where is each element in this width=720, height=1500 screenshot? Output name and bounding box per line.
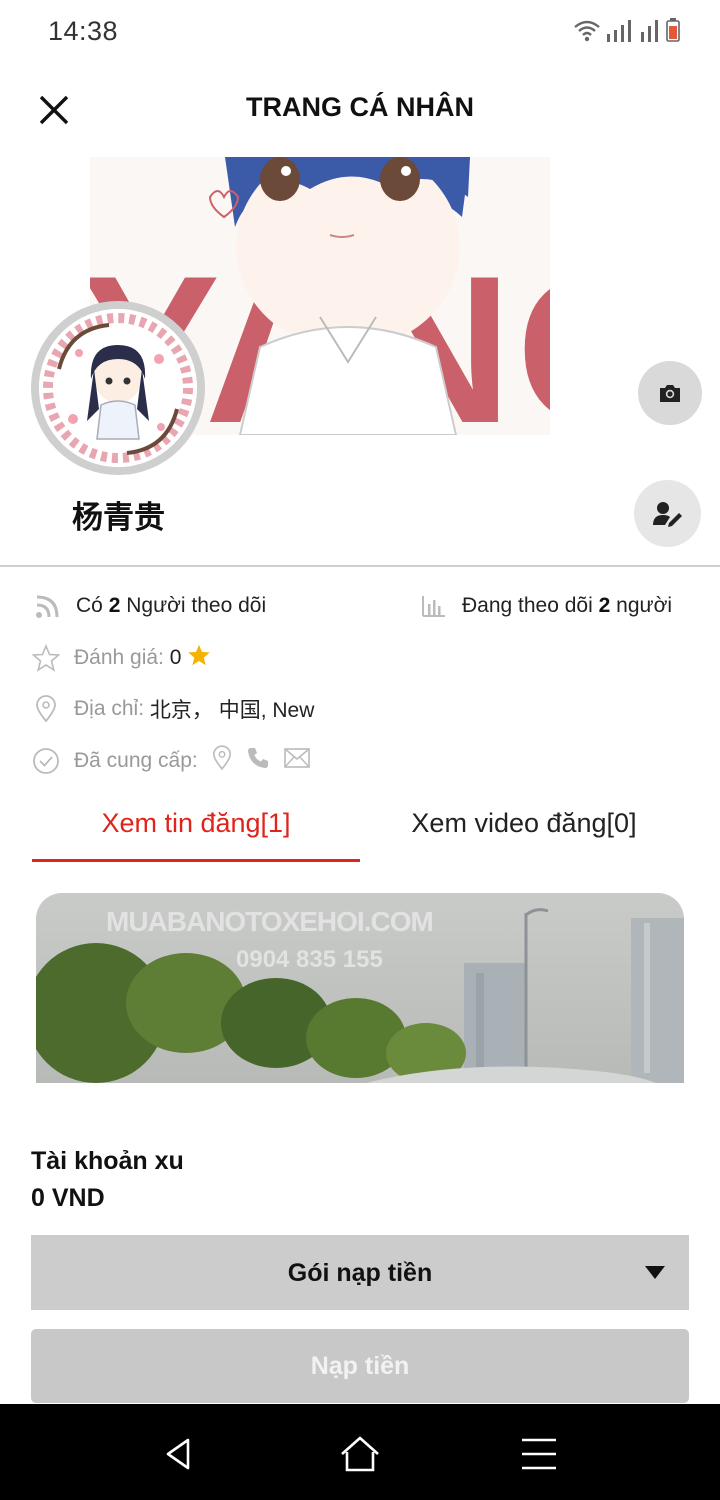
rating-label: Đánh giá: bbox=[74, 646, 164, 669]
change-cover-button[interactable] bbox=[638, 361, 702, 425]
provided-label: Đã cung cấp: bbox=[74, 749, 198, 772]
post-card[interactable]: MUABANOTOXEHOI.COM 0904 835 155 bbox=[36, 893, 684, 1083]
following-row[interactable]: Đang theo dõi 2 người bbox=[420, 592, 672, 620]
check-circle-icon bbox=[32, 747, 60, 775]
divider bbox=[0, 565, 720, 567]
page-title: TRANG CÁ NHÂN bbox=[246, 92, 474, 122]
address-row: Địa chỉ: 北京， 中国, New bbox=[32, 694, 314, 724]
phone-icon bbox=[246, 746, 270, 776]
verified-row: Đã cung cấp: bbox=[32, 745, 310, 777]
following-prefix: Đang theo dõi bbox=[462, 594, 593, 617]
followers-prefix: Có bbox=[76, 594, 103, 617]
address-label: Địa chỉ: bbox=[74, 697, 145, 720]
email-icon bbox=[283, 748, 310, 774]
battery-low-icon bbox=[666, 18, 680, 42]
back-triangle-icon bbox=[166, 1438, 190, 1470]
bar-chart-icon bbox=[420, 592, 448, 620]
star-outline-icon bbox=[32, 644, 60, 672]
avatar[interactable] bbox=[31, 301, 205, 475]
home-button[interactable] bbox=[338, 1432, 382, 1476]
signal-icon bbox=[607, 20, 631, 42]
signal-icon bbox=[641, 20, 658, 42]
status-bar: 14:38 bbox=[0, 0, 720, 64]
location-verified-icon bbox=[212, 745, 232, 777]
profile-name: 杨青贵 bbox=[72, 500, 165, 535]
caret-down-icon bbox=[645, 1266, 665, 1279]
post-watermark-line1: MUABANOTOXEHOI.COM bbox=[106, 906, 433, 937]
post-thumbnail: MUABANOTOXEHOI.COM 0904 835 155 bbox=[36, 893, 684, 1083]
camera-icon bbox=[660, 385, 680, 402]
rss-icon bbox=[34, 592, 62, 620]
followers-row[interactable]: Có 2 Người theo dõi bbox=[34, 592, 266, 620]
rating-row: Đánh giá: 0 bbox=[32, 643, 211, 673]
menu-button[interactable] bbox=[518, 1432, 562, 1476]
header: TRANG CÁ NHÂN bbox=[0, 72, 720, 148]
menu-lines-icon bbox=[522, 1438, 556, 1470]
rating-value: 0 bbox=[169, 646, 182, 669]
wallet-label: Tài khoản xu bbox=[31, 1147, 184, 1175]
topup-button[interactable]: Nạp tiền bbox=[31, 1329, 689, 1403]
location-pin-icon bbox=[32, 695, 60, 723]
status-icons bbox=[574, 18, 680, 42]
edit-profile-icon bbox=[652, 501, 682, 527]
followers-suffix: Người theo dõi bbox=[126, 594, 267, 617]
edit-profile-button[interactable] bbox=[634, 480, 701, 547]
tab-posts[interactable]: Xem tin đăng[1] bbox=[32, 790, 360, 862]
followers-count: 2 bbox=[108, 594, 121, 617]
address-value: 北京， 中国, New bbox=[149, 699, 315, 722]
avatar-image bbox=[39, 309, 197, 467]
package-select-label: Gói nạp tiền bbox=[287, 1259, 433, 1287]
following-count: 2 bbox=[598, 594, 611, 617]
home-icon bbox=[341, 1436, 379, 1472]
wallet-balance: 0 VND bbox=[31, 1184, 105, 1212]
tab-videos[interactable]: Xem video đăng[0] bbox=[360, 790, 688, 862]
status-time: 14:38 bbox=[48, 16, 119, 46]
following-suffix: người bbox=[616, 594, 673, 617]
post-watermark-line2: 0904 835 155 bbox=[236, 946, 383, 973]
wifi-icon bbox=[574, 20, 600, 42]
system-nav-bar bbox=[0, 1404, 720, 1500]
tabs: Xem tin đăng[1] Xem video đăng[0] bbox=[0, 790, 720, 862]
back-button[interactable] bbox=[158, 1432, 202, 1476]
package-select[interactable]: Gói nạp tiền bbox=[31, 1235, 689, 1310]
star-filled-icon bbox=[187, 643, 211, 673]
